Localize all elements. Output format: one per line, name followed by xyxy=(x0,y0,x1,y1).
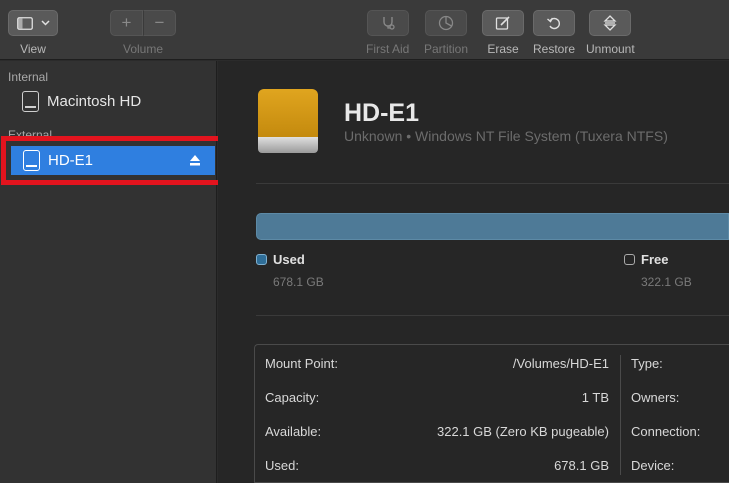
disk-name: HD-E1 xyxy=(344,99,420,127)
info-key-type: Type: xyxy=(631,356,663,371)
info-divider xyxy=(620,355,621,475)
used-label: Used xyxy=(273,252,305,267)
partition-label: Partition xyxy=(424,42,469,56)
info-row-available: Available: 322.1 GB (Zero KB pugeable) xyxy=(265,424,609,439)
view-group: View xyxy=(8,10,58,56)
erase-group: Erase xyxy=(482,10,524,56)
view-label: View xyxy=(20,42,46,56)
sidebar-item-macintosh-hd[interactable]: Macintosh HD xyxy=(22,91,141,112)
erase-label: Erase xyxy=(487,42,519,56)
partition-button[interactable] xyxy=(425,10,468,36)
free-value: 322.1 GB xyxy=(641,275,692,289)
info-row-used: Used: 678.1 GB xyxy=(265,458,609,473)
remove-volume-button[interactable]: − xyxy=(143,10,176,36)
volume-label: Volume xyxy=(122,42,164,56)
info-value: /Volumes/HD-E1 xyxy=(512,356,609,371)
first-aid-label: First Aid xyxy=(366,42,410,56)
info-key: Available: xyxy=(265,424,322,439)
info-key: Used: xyxy=(265,458,299,473)
divider xyxy=(256,183,729,184)
used-swatch xyxy=(256,254,267,265)
info-key-owners: Owners: xyxy=(631,390,680,405)
chevron-down-icon xyxy=(40,20,50,26)
unmount-button[interactable] xyxy=(589,10,632,36)
info-key: Mount Point: xyxy=(265,356,338,371)
info-value: 1 TB xyxy=(581,390,609,405)
sidebar-toggle-icon xyxy=(16,16,33,30)
info-key-connection: Connection: xyxy=(631,424,701,439)
free-legend: Free xyxy=(624,252,668,267)
free-label: Free xyxy=(641,252,669,267)
free-swatch xyxy=(624,254,635,265)
first-aid-group: First Aid xyxy=(366,10,409,56)
pencil-icon xyxy=(495,16,510,30)
restore-group: Restore xyxy=(533,10,575,56)
used-legend: Used xyxy=(256,252,305,267)
divider xyxy=(256,315,729,316)
internal-section-header: Internal xyxy=(8,70,49,84)
sidebar: Internal Macintosh HD External xyxy=(0,61,217,483)
sidebar-item-label: Macintosh HD xyxy=(47,93,142,110)
minus-icon: − xyxy=(154,13,165,32)
add-volume-button[interactable]: + xyxy=(110,10,143,36)
info-table: Mount Point: /Volumes/HD-E1 Capacity: 1 … xyxy=(254,344,729,483)
unmount-label: Unmount xyxy=(586,42,635,56)
partition-group: Partition xyxy=(424,10,468,56)
external-drive-icon xyxy=(258,89,318,155)
info-row-capacity: Capacity: 1 TB xyxy=(265,390,609,405)
restore-label: Restore xyxy=(533,42,576,56)
erase-button[interactable] xyxy=(482,10,524,36)
view-button[interactable] xyxy=(8,10,58,36)
info-value: 322.1 GB (Zero KB pugeable) xyxy=(437,424,609,439)
info-row-mount-point: Mount Point: /Volumes/HD-E1 xyxy=(265,356,609,371)
disk-subtitle: Unknown • Windows NT File System (Tuxera… xyxy=(344,128,668,144)
first-aid-button[interactable] xyxy=(366,10,409,36)
plus-icon: + xyxy=(121,13,132,32)
usage-bar xyxy=(256,213,729,240)
volume-group: + − Volume xyxy=(110,10,176,56)
unmount-group: Unmount xyxy=(586,10,635,56)
stethoscope-icon xyxy=(382,17,395,30)
info-key: Capacity: xyxy=(265,390,320,405)
toolbar: View + − Volume First Aid Partition Eras… xyxy=(0,0,729,60)
used-value: 678.1 GB xyxy=(273,275,324,289)
unmount-icon xyxy=(603,15,617,31)
info-key-device: Device: xyxy=(631,458,675,473)
undo-arrow-icon xyxy=(547,17,560,30)
restore-button[interactable] xyxy=(533,10,576,36)
disk-detail-panel: HD-E1 Unknown • Windows NT File System (… xyxy=(218,61,729,483)
pie-icon xyxy=(438,15,454,31)
info-value: 678.1 GB xyxy=(554,458,609,473)
highlight-box xyxy=(1,136,229,185)
internal-disk-icon xyxy=(22,91,39,112)
